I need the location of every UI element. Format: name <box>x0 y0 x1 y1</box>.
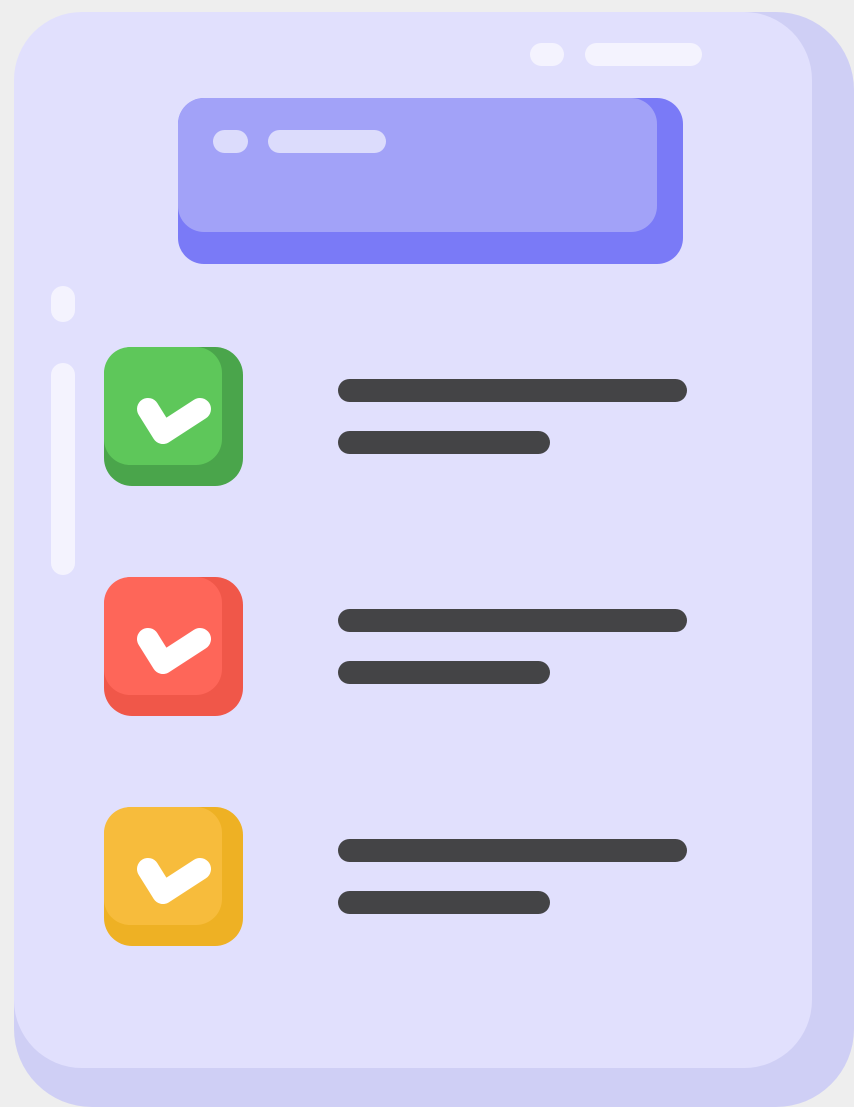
left-highlight-dot <box>51 286 75 322</box>
item-line-short <box>338 661 550 684</box>
item-line-short <box>338 891 550 914</box>
checkbox-red <box>104 577 243 716</box>
checklist-illustration <box>0 0 854 1107</box>
item-line-long <box>338 609 687 632</box>
item-line-long <box>338 839 687 862</box>
top-long-pill <box>585 43 702 66</box>
top-dot-pill <box>530 43 564 66</box>
checklist-svg <box>14 12 854 1107</box>
header-banner <box>178 98 683 264</box>
header-dot-pill <box>213 130 248 153</box>
header-long-pill <box>268 130 386 153</box>
checkbox-yellow <box>104 807 243 946</box>
item-line-short <box>338 431 550 454</box>
top-decoration <box>530 43 702 66</box>
header-banner-face <box>178 98 657 232</box>
checkbox-green <box>104 347 243 486</box>
item-line-long <box>338 379 687 402</box>
left-highlight-bar <box>51 363 75 575</box>
